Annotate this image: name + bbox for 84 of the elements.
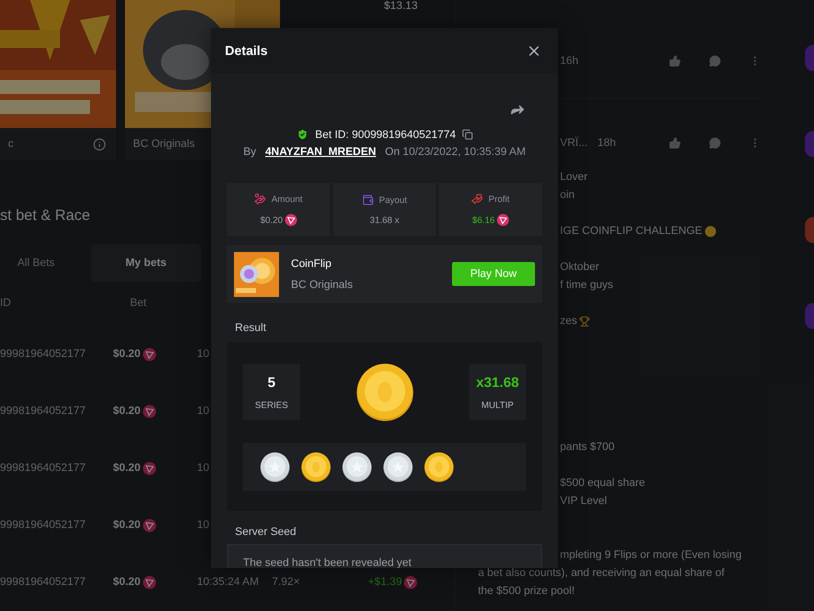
bet-amount: $0.20 bbox=[113, 346, 141, 362]
bets-tab[interactable]: My bets bbox=[91, 244, 201, 282]
by-label: By bbox=[243, 146, 256, 158]
post-time: 18h bbox=[598, 137, 616, 149]
tron-coin-icon bbox=[142, 462, 156, 475]
stat-value: 31.68 x bbox=[370, 215, 400, 225]
message-text: oin bbox=[560, 189, 575, 201]
bet-time: 10 bbox=[197, 518, 210, 533]
multiplier-value: x31.68 bbox=[476, 374, 519, 390]
section-label: Result bbox=[235, 322, 268, 334]
like-icon[interactable] bbox=[669, 137, 681, 149]
message-text: a bet also counts), and receiving an equal share of bbox=[478, 567, 724, 579]
game-name: CoinFlip bbox=[291, 258, 332, 270]
message-text: Oktober bbox=[560, 261, 600, 273]
tron-coin-icon bbox=[142, 518, 156, 532]
bet-amount: $0.20 bbox=[113, 404, 141, 419]
tron-coin-icon bbox=[142, 404, 156, 418]
avatar[interactable] bbox=[805, 45, 814, 71]
message-text: f time guys bbox=[560, 279, 614, 291]
section-title: st bet & Race bbox=[0, 207, 90, 226]
bet-id: 99981964052177 bbox=[0, 404, 87, 419]
bets-tab[interactable]: All Bets bbox=[0, 244, 91, 282]
game-card[interactable]: c bbox=[0, 0, 116, 160]
message-text: Lover bbox=[560, 171, 588, 183]
bet-amount: $0.20 bbox=[113, 518, 141, 533]
multiplier-label: MULTIP bbox=[481, 400, 514, 410]
message-text: zes bbox=[560, 315, 578, 327]
balance: $13.13 bbox=[384, 0, 418, 12]
message-text: mpleting 9 Flips or more (Even losing bbox=[560, 549, 742, 561]
comment-icon[interactable] bbox=[709, 55, 721, 67]
game-provider: BC Originals bbox=[291, 278, 353, 290]
tron-coin-icon bbox=[496, 214, 509, 226]
avatar[interactable] bbox=[805, 131, 814, 157]
game-provider: BC Originals bbox=[133, 138, 195, 150]
bet-profit: +$1.39 bbox=[368, 574, 402, 590]
tron-coin-icon bbox=[142, 576, 156, 589]
post-time: 16h bbox=[560, 55, 578, 67]
hand-icon bbox=[471, 193, 484, 205]
tron-coin-icon bbox=[142, 348, 156, 361]
dialog-title: Details bbox=[225, 43, 268, 58]
copy-button[interactable] bbox=[462, 129, 473, 140]
bet-id: 99981964052177 bbox=[0, 574, 87, 590]
play-now-button[interactable]: Play Now bbox=[452, 262, 535, 286]
message-text: $500 equal share bbox=[560, 477, 646, 489]
like-icon[interactable] bbox=[669, 55, 681, 67]
column-header: Bet bbox=[130, 296, 148, 312]
message-text: pants $700 bbox=[560, 441, 614, 453]
stat-value: $6.16 bbox=[472, 215, 495, 225]
series-value: 5 bbox=[268, 374, 276, 390]
stat-label: Amount bbox=[271, 194, 303, 204]
message-text: the $500 prize pool! bbox=[478, 585, 575, 597]
bet-time: 10 bbox=[197, 346, 210, 362]
bet-amount: $0.20 bbox=[113, 574, 141, 590]
tron-coin-icon bbox=[404, 576, 417, 589]
bet-time: 10 bbox=[197, 404, 210, 419]
message-text: VIP Level bbox=[560, 495, 607, 507]
bet-date: 10/23/2022, 10:35:39 AM bbox=[402, 146, 526, 158]
avatar[interactable] bbox=[805, 217, 814, 243]
avatar[interactable] bbox=[805, 303, 814, 329]
bet-id: 99981964052177 bbox=[0, 518, 87, 533]
column-header: ID bbox=[0, 296, 12, 312]
wallet-icon bbox=[362, 194, 374, 206]
on-label: On bbox=[385, 146, 400, 158]
bet-time: 10:35:24 AM bbox=[197, 574, 259, 590]
bet-time: 10 bbox=[197, 460, 210, 476]
tron-coin-icon bbox=[284, 214, 297, 226]
series-label: SERIES bbox=[254, 400, 288, 410]
stat-value: $0.20 bbox=[260, 215, 283, 225]
info-icon[interactable] bbox=[93, 138, 106, 150]
comment-icon[interactable] bbox=[709, 137, 721, 149]
stat-label: Payout bbox=[378, 195, 408, 205]
bet-id: Bet ID: 90099819640521774 bbox=[315, 128, 456, 140]
user-name[interactable]: VRÏ... bbox=[560, 137, 588, 149]
seed-field: The seed hasn't been revealed yet bbox=[227, 544, 542, 568]
bet-payout: 7.92× bbox=[272, 574, 301, 590]
bet-id: 99981964052177 bbox=[0, 346, 87, 362]
game-provider: c bbox=[8, 138, 14, 150]
stat-label: Profit bbox=[488, 194, 510, 204]
shield-check-icon bbox=[296, 128, 310, 141]
section-label: Server Seed bbox=[235, 526, 298, 538]
message-text: IGE COINFLIP CHALLENGE bbox=[560, 225, 702, 237]
bet-id: 99981964052177 bbox=[0, 460, 87, 476]
coins-hand-icon bbox=[254, 193, 266, 205]
bet-amount: $0.20 bbox=[113, 460, 141, 476]
